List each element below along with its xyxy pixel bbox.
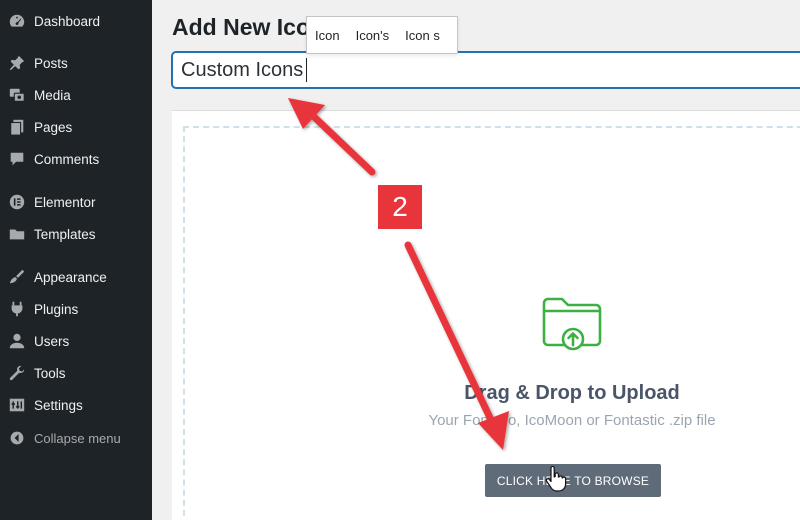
upload-title: Drag & Drop to Upload [464, 382, 680, 404]
user-icon [0, 332, 34, 350]
sidebar-item-label: Media [34, 87, 71, 103]
pages-icon [0, 118, 34, 136]
sidebar-item-label: Appearance [34, 269, 107, 285]
upload-dropzone[interactable] [183, 126, 800, 520]
sidebar-item-label: Comments [34, 151, 100, 167]
elementor-icon [0, 193, 34, 211]
sidebar-item-plugins[interactable]: Plugins [0, 293, 152, 325]
sidebar-item-appearance[interactable]: Appearance [0, 261, 152, 293]
hand-cursor-icon [545, 466, 567, 492]
sidebar-item-label: Elementor [34, 194, 96, 210]
sidebar-item-label: Plugins [34, 301, 79, 317]
page-title: Add New Icon [172, 14, 325, 40]
sidebar-item-media[interactable]: Media [0, 79, 152, 111]
sidebar-item-label: Settings [34, 397, 83, 413]
sidebar-item-label: Pages [34, 119, 73, 135]
sidebar-item-elementor[interactable]: Elementor [0, 186, 152, 218]
wrench-icon [0, 364, 34, 382]
suggestion-item[interactable]: Icon s [397, 28, 448, 43]
settings-icon [0, 396, 34, 414]
spell-suggestions-popup: Icon Icon's Icon s [306, 16, 458, 54]
plug-icon [0, 300, 34, 318]
sidebar-item-label: Dashboard [34, 13, 101, 29]
upload-subtitle: Your Fontello, IcoMoon or Fontastic .zip… [428, 412, 716, 429]
suggestion-item[interactable]: Icon's [348, 28, 398, 43]
text-caret [306, 58, 307, 82]
step-badge: 2 [378, 185, 422, 229]
browse-button[interactable]: CLICK HERE TO BROWSE [485, 464, 661, 497]
sidebar-item-pages[interactable]: Pages [0, 111, 152, 143]
sidebar-item-users[interactable]: Users [0, 325, 152, 357]
sidebar-item-label: Posts [34, 55, 68, 71]
suggestion-item[interactable]: Icon [307, 28, 348, 43]
sidebar-item-posts[interactable]: Posts [0, 47, 152, 79]
admin-sidebar: Dashboard Posts Media Pages Comments Ele… [0, 0, 152, 520]
sidebar-item-label: Tools [34, 365, 66, 381]
pin-icon [0, 54, 34, 72]
brush-icon [0, 268, 34, 286]
sidebar-item-dashboard[interactable]: Dashboard [0, 5, 152, 37]
sidebar-item-comments[interactable]: Comments [0, 143, 152, 175]
folder-icon [0, 225, 34, 243]
collapse-menu-button[interactable]: Collapse menu [0, 422, 152, 454]
collapse-icon [0, 430, 34, 446]
dashboard-icon [0, 12, 34, 30]
collapse-menu-label: Collapse menu [34, 430, 121, 446]
folder-upload-icon [542, 297, 602, 351]
sidebar-item-label: Templates [34, 226, 96, 242]
icon-set-name-input[interactable] [172, 52, 800, 88]
sidebar-item-tools[interactable]: Tools [0, 357, 152, 389]
media-icon [0, 86, 34, 104]
sidebar-item-label: Users [34, 333, 70, 349]
sidebar-item-templates[interactable]: Templates [0, 218, 152, 250]
comment-icon [0, 150, 34, 168]
sidebar-item-settings[interactable]: Settings [0, 389, 152, 421]
